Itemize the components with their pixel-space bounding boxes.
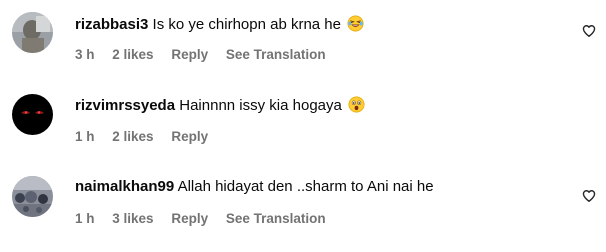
comment-username[interactable]: naimalkhan99 <box>75 178 174 195</box>
comment-item: naimalkhan99 Allah hidayat den ..sharm t… <box>0 164 606 227</box>
avatar[interactable] <box>12 176 53 217</box>
comment-item: rizvimrssyeda Hainnnn issy kia hogaya 1 … <box>0 82 606 145</box>
see-translation-button[interactable]: See Translation <box>226 47 326 62</box>
comment-time: 1 h <box>75 129 95 144</box>
comment-meta: 3 h 2 likes Reply See Translation <box>75 47 340 63</box>
comment-meta: 1 h 3 likes Reply See Translation <box>75 211 340 227</box>
comment-username[interactable]: rizabbasi3 <box>75 16 148 33</box>
comment-meta: 1 h 2 likes Reply <box>75 129 222 145</box>
comment-line: naimalkhan99 Allah hidayat den ..sharm t… <box>75 178 434 196</box>
comment-text: Hainnnn issy kia hogaya <box>179 97 342 114</box>
avatar[interactable] <box>12 12 53 53</box>
comment-text: Is ko ye chirhopn ab krna he <box>152 16 341 33</box>
laughing-face-emoji-icon <box>347 15 364 37</box>
comment-line: rizabbasi3 Is ko ye chirhopn ab krna he <box>75 15 364 37</box>
reply-button[interactable]: Reply <box>171 129 208 144</box>
avatar[interactable] <box>12 94 53 135</box>
reply-button[interactable]: Reply <box>171 47 208 62</box>
comment-likes[interactable]: 2 likes <box>112 47 153 62</box>
heart-outline-icon[interactable] <box>582 24 596 38</box>
comment-item: rizabbasi3 Is ko ye chirhopn ab krna he … <box>0 0 606 63</box>
comment-likes[interactable]: 2 likes <box>112 129 153 144</box>
comment-time: 1 h <box>75 211 95 226</box>
see-translation-button[interactable]: See Translation <box>226 211 326 226</box>
comment-time: 3 h <box>75 47 95 62</box>
comment-username[interactable]: rizvimrssyeda <box>75 97 175 114</box>
heart-outline-icon[interactable] <box>582 189 596 203</box>
comment-text: Allah hidayat den ..sharm to Ani nai he <box>177 178 434 195</box>
reply-button[interactable]: Reply <box>171 211 208 226</box>
astonished-face-emoji-icon <box>348 96 365 118</box>
comment-line: rizvimrssyeda Hainnnn issy kia hogaya <box>75 96 365 118</box>
comment-likes[interactable]: 3 likes <box>112 211 153 226</box>
